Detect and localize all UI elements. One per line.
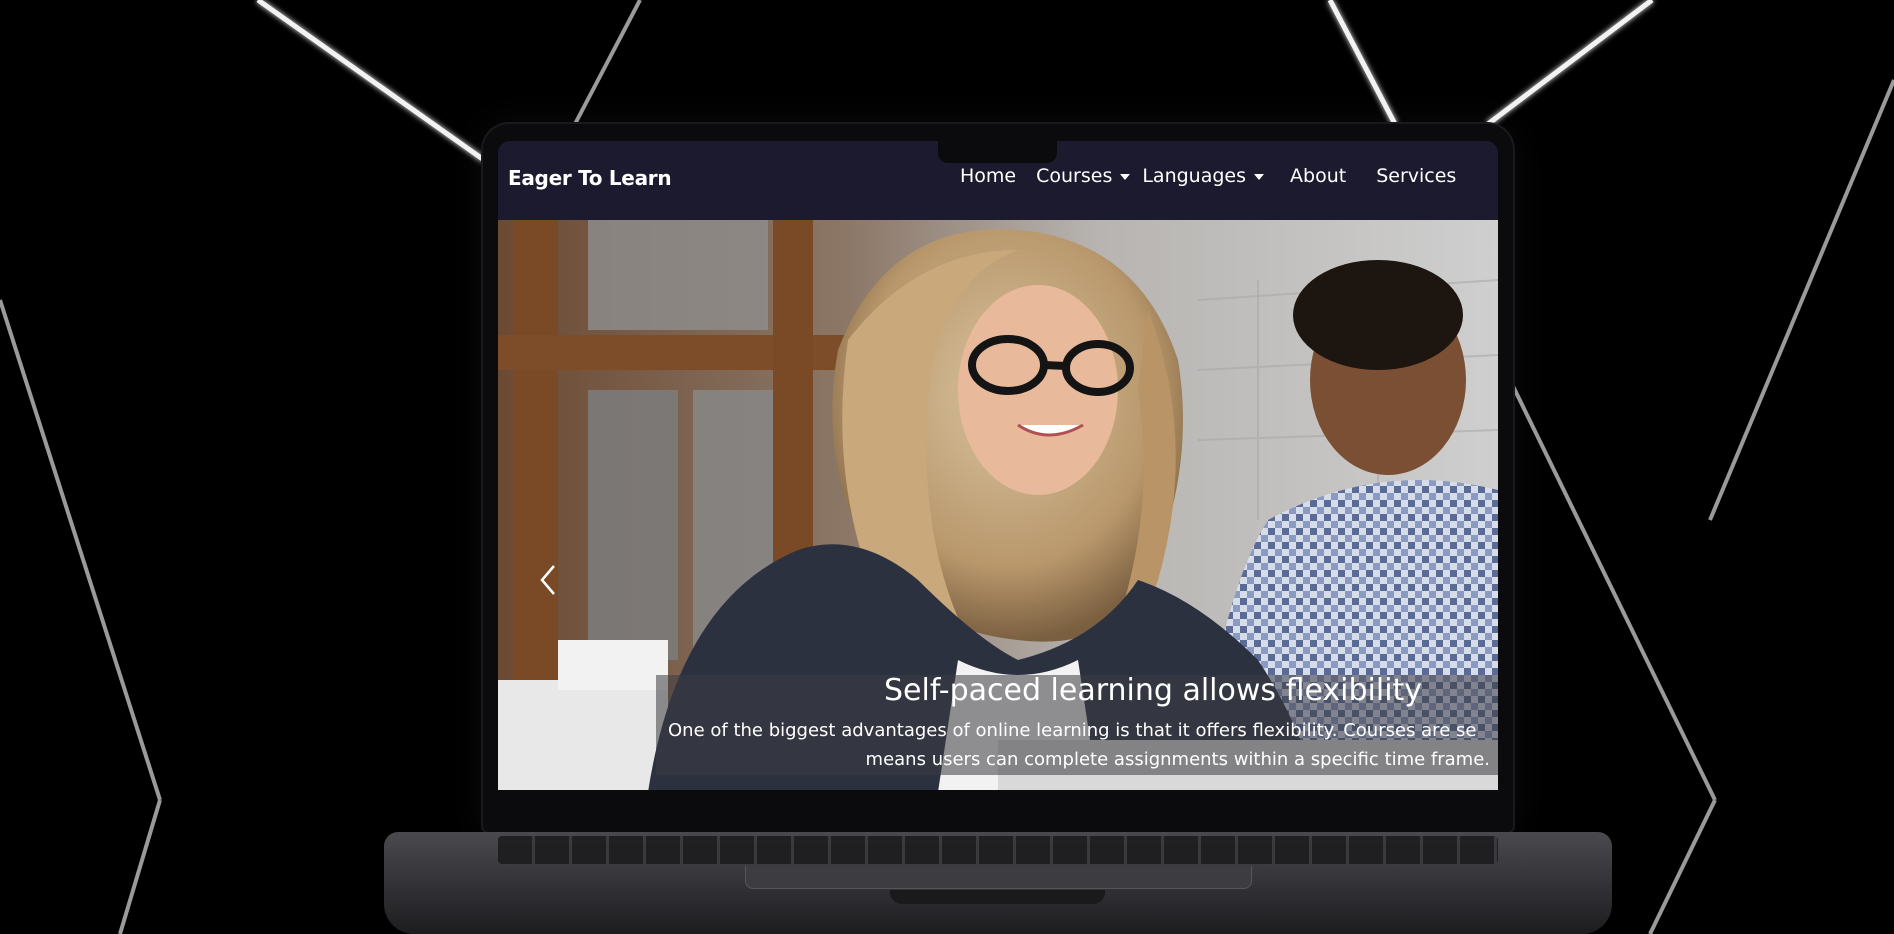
- nav-home-label: Home: [960, 165, 1017, 187]
- nav-links: Home Courses Languages About Services: [960, 165, 1456, 187]
- nav-courses-dropdown[interactable]: Courses: [1036, 165, 1131, 187]
- site-brand[interactable]: Eager To Learn: [508, 166, 672, 190]
- trackpad: [745, 866, 1252, 889]
- nav-courses-label: Courses: [1036, 165, 1113, 187]
- carousel-caption-line-1: One of the biggest advantages of online …: [668, 720, 1477, 741]
- nav-about[interactable]: About: [1290, 165, 1346, 187]
- nav-about-label: About: [1290, 165, 1347, 187]
- screen-bezel: [498, 790, 1498, 830]
- carousel-caption-text: One of the biggest advantages of online …: [668, 716, 1498, 774]
- carousel-caption-line-2: means users can complete assignments wit…: [865, 749, 1490, 770]
- carousel-caption-title: Self-paced learning allows flexibility: [884, 673, 1423, 708]
- camera-notch: [938, 141, 1057, 163]
- caret-down-icon: [1254, 174, 1265, 180]
- nav-services-label: Services: [1376, 165, 1457, 187]
- nav-languages-label: Languages: [1142, 165, 1247, 187]
- nav-languages-dropdown[interactable]: Languages: [1142, 165, 1265, 187]
- nav-services[interactable]: Services: [1376, 165, 1456, 187]
- caret-down-icon: [1120, 174, 1131, 180]
- keyboard: [498, 836, 1498, 864]
- laptop-foot: [890, 890, 1105, 904]
- chevron-left-icon[interactable]: [534, 560, 564, 600]
- nav-home[interactable]: Home: [960, 165, 1016, 187]
- device-mockup: Eager To Learn Home Courses Languages Ab…: [0, 0, 1894, 934]
